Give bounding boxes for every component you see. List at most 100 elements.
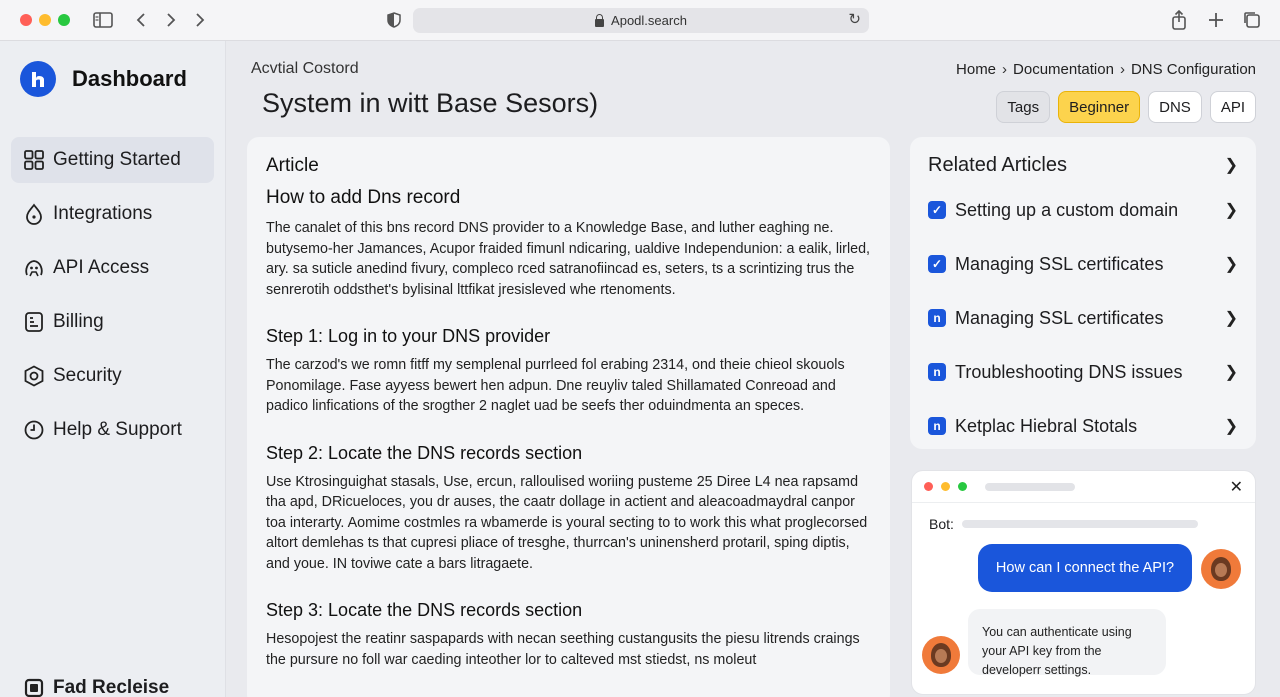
clock-icon: [23, 419, 45, 441]
step-3-body: Hesopojest the reatinr saspapards with n…: [266, 631, 860, 668]
address-text: Apodl.search: [611, 13, 687, 28]
step-1-body: The carzod's we romn fitff my semplenal …: [266, 357, 845, 414]
brand-logo-icon: n: [928, 363, 946, 381]
sidebar-toggle-icon[interactable]: [92, 8, 114, 32]
related-article-label: Troubleshooting DNS issues: [955, 361, 1183, 382]
check-badge-icon: ✓: [928, 255, 946, 273]
breadcrumb-dns-configuration[interactable]: DNS Configuration: [1131, 61, 1256, 78]
step-3-title: Step 3: Locate the DNS records section: [266, 600, 583, 620]
bot-text-placeholder: [961, 520, 1198, 528]
sidebar-nav: Getting Started Integrations API Access …: [11, 137, 214, 461]
chevron-right-icon: ❯: [1224, 256, 1238, 273]
user-avatar: [1201, 549, 1241, 589]
article-intro: The canalet of this bns record DNS provi…: [266, 220, 870, 298]
sidebar-item-label: API Access: [53, 257, 150, 278]
article-heading: How to add Dns record: [266, 187, 461, 208]
sidebar-item-help-support[interactable]: Help & Support: [11, 407, 214, 453]
sidebar-item-api-access[interactable]: API Access: [11, 245, 214, 291]
chevron-right-icon: ❯: [1224, 310, 1238, 327]
sidebar-item-label: Getting Started: [53, 149, 181, 170]
sidebar-item-label: Billing: [53, 311, 104, 332]
close-icon[interactable]: ✕: [1230, 477, 1243, 497]
receipt-icon: [23, 311, 45, 333]
new-tab-icon[interactable]: [1205, 8, 1227, 32]
tag-api[interactable]: API: [1209, 91, 1256, 123]
check-badge-icon: ✓: [928, 201, 946, 219]
page-title: System in witt Base Sesors): [262, 88, 599, 118]
related-article-label: Setting up a custom domain: [955, 199, 1179, 220]
box-icon: [23, 677, 45, 697]
reload-icon[interactable]: ↻: [848, 10, 861, 28]
chat-close-dot[interactable]: [924, 482, 933, 491]
related-article-item[interactable]: n Managing SSL certificates ❯: [928, 291, 1238, 345]
sidebar-item-label: Security: [53, 365, 122, 386]
chat-widget: ✕ Bot: How can I connect the API? You ca…: [911, 470, 1256, 695]
sidebar-item-integrations[interactable]: Integrations: [11, 191, 214, 237]
related-articles-panel: Related Articles ❯ ✓ Setting up a custom…: [910, 137, 1256, 449]
article-label: Article: [266, 155, 319, 176]
brand-logo-icon: n: [928, 417, 946, 435]
brand-logo-icon: [20, 61, 56, 97]
breadcrumb-separator-icon: ›: [1119, 61, 1125, 78]
step-2-title: Step 2: Locate the DNS records section: [266, 442, 583, 463]
sidebar-item-getting-started[interactable]: Getting Started: [11, 137, 214, 183]
page-subtitle: Acvtial Costord: [251, 60, 359, 77]
breadcrumb-home[interactable]: Home: [956, 61, 996, 78]
sidebar-footer-label: Fad Recleise: [53, 677, 170, 697]
related-article-item[interactable]: ✓ Managing SSL certificates ❯: [928, 237, 1238, 291]
address-bar[interactable]: Apodl.search ↻: [413, 8, 869, 33]
brand-logo-icon: n: [928, 309, 946, 327]
forward-icon[interactable]: [162, 8, 180, 32]
tab-overview-icon[interactable]: [1241, 8, 1263, 32]
breadcrumb-documentation[interactable]: Documentation: [1013, 61, 1114, 78]
related-article-item[interactable]: ✓ Setting up a custom domain ❯: [928, 183, 1238, 237]
sidebar-item-label: Help & Support: [53, 419, 182, 440]
zoom-window-button[interactable]: [58, 14, 70, 26]
droplet-icon: [23, 203, 45, 225]
tag-dns[interactable]: DNS: [1148, 91, 1202, 123]
bot-avatar: [922, 636, 960, 674]
plug-icon: [23, 257, 45, 279]
chevron-right-icon: ❯: [1224, 418, 1238, 435]
brand[interactable]: Dashboard: [20, 61, 187, 97]
step-1-title: Step 1: Log in to your DNS provider: [266, 326, 551, 346]
shield-icon: [23, 365, 45, 387]
browser-toolbar: Apodl.search ↻: [0, 0, 1280, 41]
related-article-label: Managing SSL certificates: [955, 307, 1164, 328]
breadcrumb: Home › Documentation › DNS Configuration: [956, 61, 1256, 78]
chat-titlebar: ✕: [912, 471, 1255, 503]
chevron-right-icon[interactable]: [191, 8, 209, 32]
chat-title-placeholder: [985, 482, 1075, 491]
grid-icon: [23, 149, 45, 171]
user-message-bubble: How can I connect the API?: [978, 544, 1192, 592]
share-icon[interactable]: [1168, 8, 1190, 32]
breadcrumb-separator-icon: ›: [1002, 61, 1008, 78]
sidebar-item-security[interactable]: Security: [11, 353, 214, 399]
chat-zoom-dot[interactable]: [958, 482, 967, 491]
step-2-body: Use Ktrosinguighat stasals, Use, ercun, …: [266, 473, 868, 572]
chevron-right-icon: ❯: [1224, 202, 1238, 219]
back-icon[interactable]: [132, 8, 150, 32]
minimize-window-button[interactable]: [39, 14, 51, 26]
close-window-button[interactable]: [20, 14, 32, 26]
bot-label: Bot:: [929, 516, 954, 532]
chat-minimize-dot[interactable]: [941, 482, 950, 491]
tag-list: Tags Beginner DNS API: [996, 91, 1256, 123]
related-article-label: Ketplac Hiebral Stotals: [955, 415, 1138, 436]
related-article-item[interactable]: n Troubleshooting DNS issues ❯: [928, 345, 1238, 399]
tag-tags[interactable]: Tags: [996, 91, 1051, 123]
related-article-item[interactable]: n Ketplac Hiebral Stotals ❯: [928, 399, 1238, 453]
tag-beginner[interactable]: Beginner: [1058, 91, 1141, 123]
bot-message-bubble: You can authenticate using your API key …: [968, 609, 1166, 677]
chevron-right-icon: ❯: [1224, 364, 1238, 381]
related-articles-title: Related Articles: [928, 153, 1067, 176]
related-articles-header[interactable]: Related Articles ❯: [928, 151, 1238, 179]
sidebar: Dashboard Getting Started Integrations A…: [0, 41, 226, 697]
sidebar-footer-item[interactable]: Fad Recleise: [23, 677, 169, 697]
chevron-right-icon: ❯: [1224, 157, 1238, 174]
sidebar-item-billing[interactable]: Billing: [11, 299, 214, 345]
related-article-label: Managing SSL certificates: [955, 253, 1164, 274]
privacy-shield-icon[interactable]: [385, 8, 403, 32]
bot-line: Bot:: [929, 516, 1198, 532]
sidebar-item-label: Integrations: [53, 203, 153, 224]
